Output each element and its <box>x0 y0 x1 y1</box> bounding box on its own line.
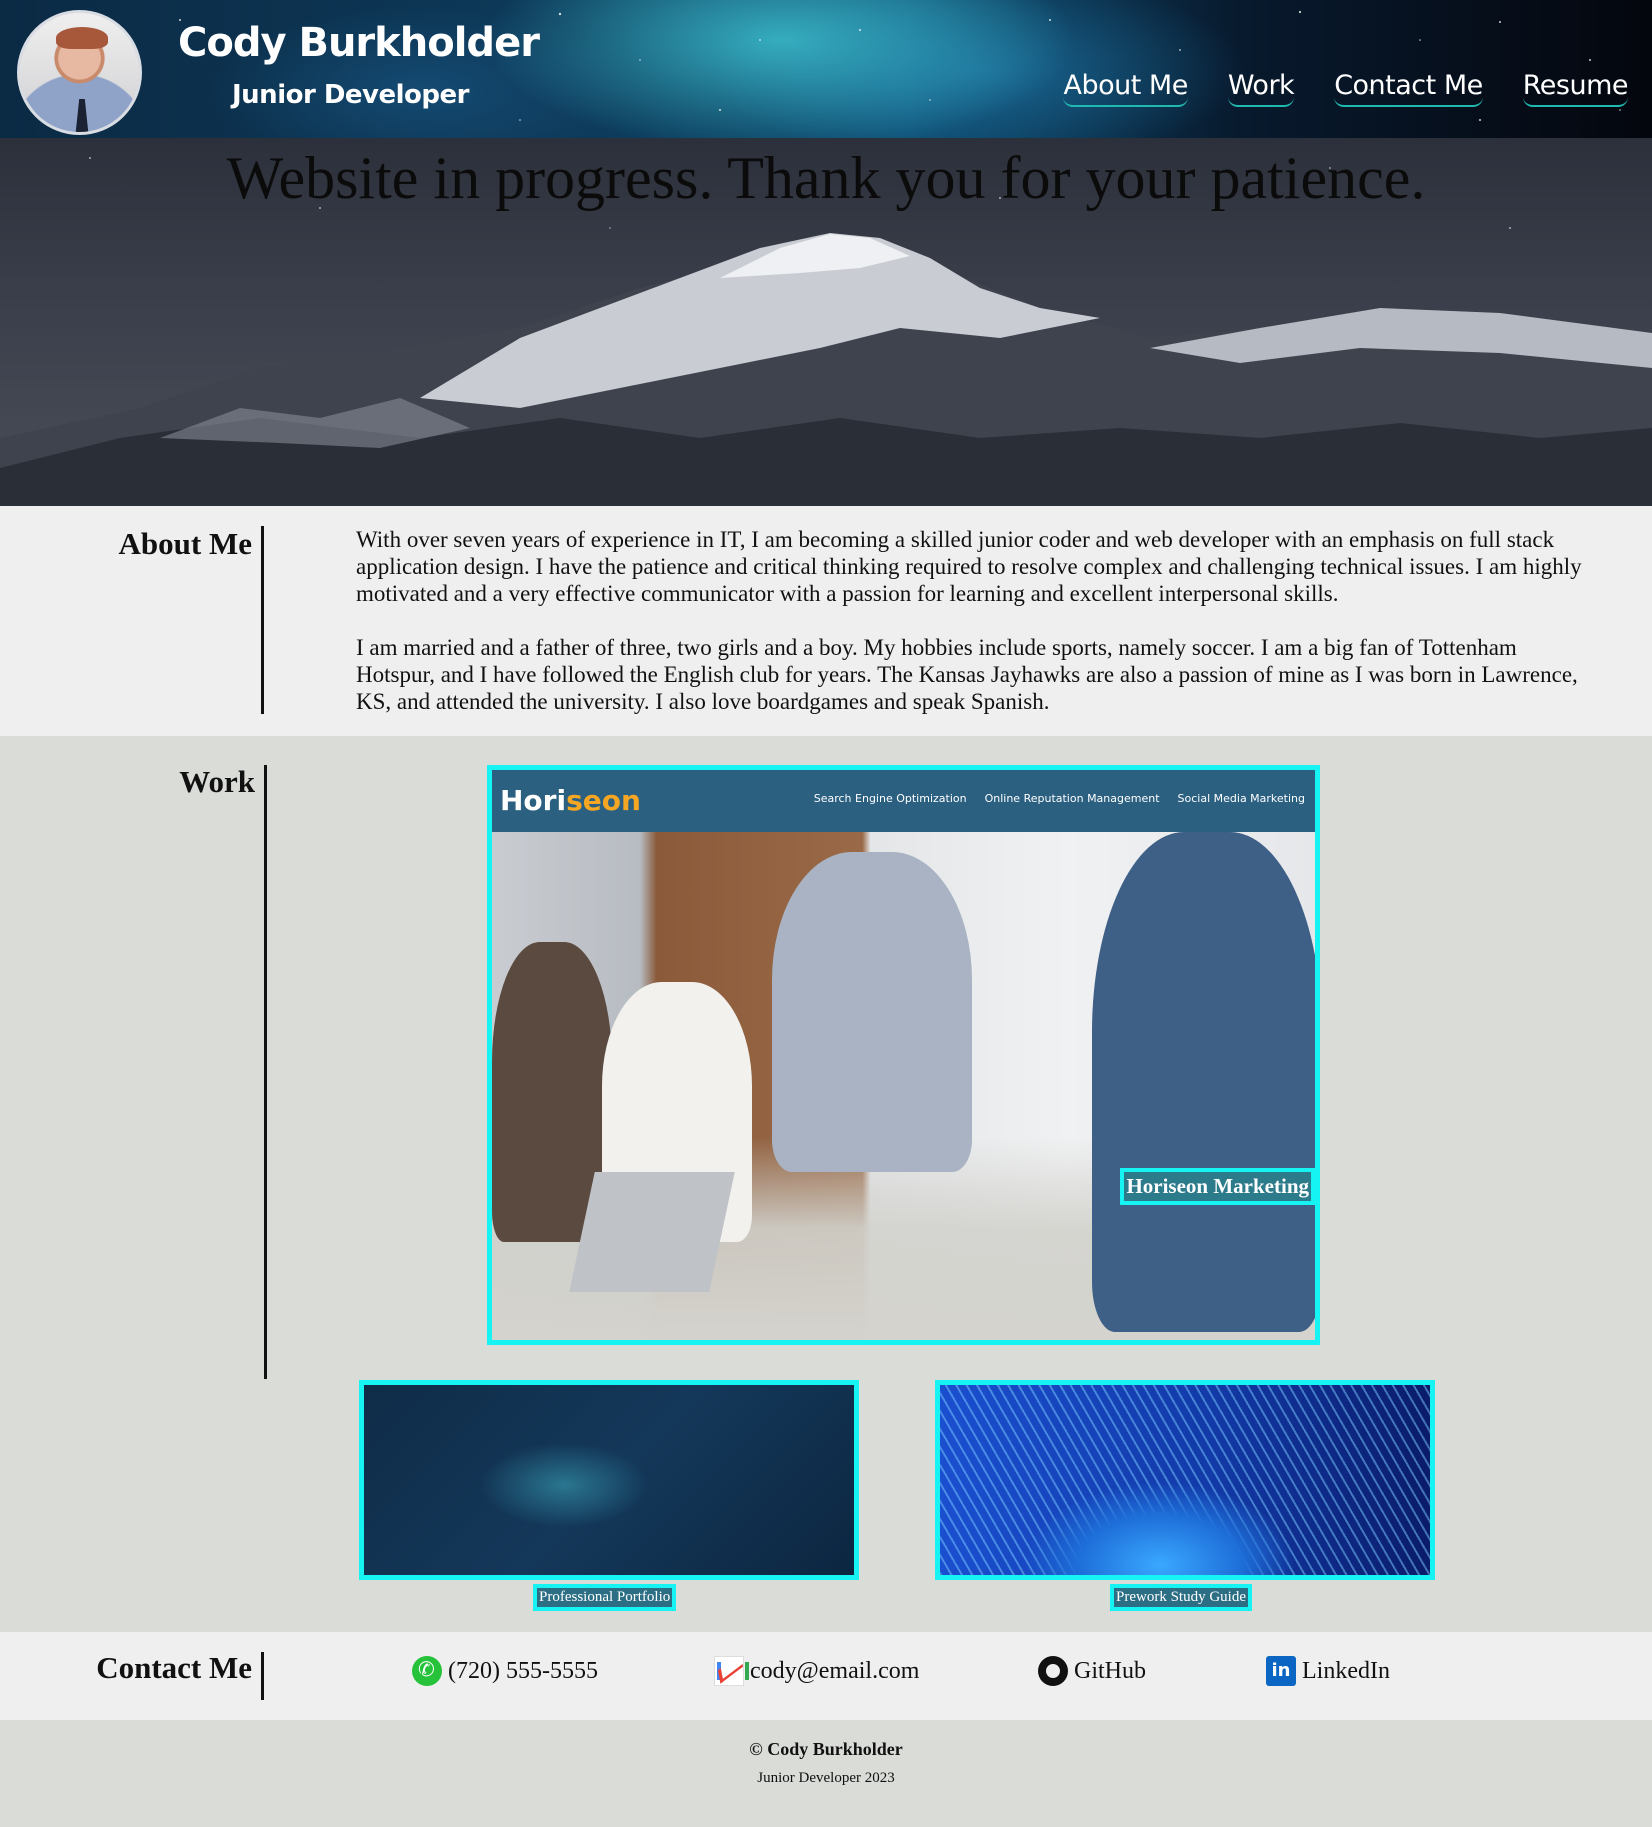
nav-resume[interactable]: Resume <box>1522 70 1629 107</box>
hero-message: Website in progress. Thank you for your … <box>226 145 1426 211</box>
horiseon-link-seo: Search Engine Optimization <box>813 792 967 805</box>
github-icon <box>1038 1656 1068 1686</box>
project-prework-caption[interactable]: Prework Study Guide <box>1110 1584 1252 1611</box>
project-prework-card[interactable] <box>935 1380 1435 1580</box>
nav-contact-me[interactable]: Contact Me <box>1334 70 1483 107</box>
nav-about-me[interactable]: About Me <box>1063 70 1188 107</box>
gmail-icon <box>714 1656 749 1686</box>
site-footer: © Cody Burkholder Junior Developer 2023 <box>0 1720 1652 1827</box>
site-owner-role: Junior Developer <box>232 80 469 110</box>
phone-icon <box>412 1656 442 1686</box>
contact-email[interactable]: cody@email.com <box>714 1656 919 1686</box>
contact-email-text: cody@email.com <box>750 1657 920 1684</box>
project-portfolio-card[interactable] <box>359 1380 859 1580</box>
horiseon-nav-bar: Horiseon Search Engine Optimization Onli… <box>492 770 1315 832</box>
horiseon-links: Search Engine Optimization Online Reputa… <box>814 792 1305 805</box>
contact-github[interactable]: GitHub <box>1038 1656 1146 1686</box>
about-title: About Me <box>118 526 252 561</box>
footer-subtitle: Junior Developer 2023 <box>757 1770 895 1786</box>
about-paragraph-2: I am married and a father of three, two … <box>356 635 1578 714</box>
horiseon-link-smm: Social Media Marketing <box>1177 792 1305 805</box>
project-portfolio-caption[interactable]: Professional Portfolio <box>533 1584 677 1611</box>
linkedin-icon: in <box>1266 1656 1296 1686</box>
contact-github-text: GitHub <box>1074 1657 1146 1684</box>
project-horiseon-card[interactable]: Horiseon Search Engine Optimization Onli… <box>487 765 1320 1345</box>
site-header: Cody Burkholder Junior Developer About M… <box>0 0 1652 138</box>
work-section: Work Horiseon Search Engine Optimization… <box>0 736 1652 1632</box>
about-section: About Me With over seven years of experi… <box>0 506 1652 736</box>
site-owner-name: Cody Burkholder <box>178 20 540 66</box>
contact-title: Contact Me <box>96 1650 252 1685</box>
work-title: Work <box>179 764 255 799</box>
horiseon-logo: Horiseon <box>500 784 641 817</box>
profile-avatar <box>17 10 142 135</box>
work-divider <box>264 765 267 1379</box>
horiseon-team-photo <box>492 832 1315 1340</box>
contact-phone-text: (720) 555-5555 <box>448 1657 598 1684</box>
contact-linkedin-text: LinkedIn <box>1302 1657 1390 1684</box>
main-nav: About Me Work Contact Me Resume <box>1063 70 1629 107</box>
horiseon-link-orm: Online Reputation Management <box>984 792 1160 805</box>
contact-phone[interactable]: (720) 555-5555 <box>412 1656 598 1686</box>
contact-divider <box>261 1652 264 1700</box>
about-divider <box>261 526 264 714</box>
nav-work[interactable]: Work <box>1227 70 1295 107</box>
contact-section: Contact Me (720) 555-5555 cody@email.com… <box>0 1632 1652 1720</box>
footer-copyright: © Cody Burkholder <box>749 1739 903 1759</box>
about-paragraph-1: With over seven years of experience in I… <box>356 527 1582 606</box>
contact-linkedin[interactable]: in LinkedIn <box>1266 1656 1390 1686</box>
horiseon-caption: Horiseon Marketing <box>1120 1168 1315 1205</box>
hero-banner: Website in progress. Thank you for your … <box>0 138 1652 506</box>
